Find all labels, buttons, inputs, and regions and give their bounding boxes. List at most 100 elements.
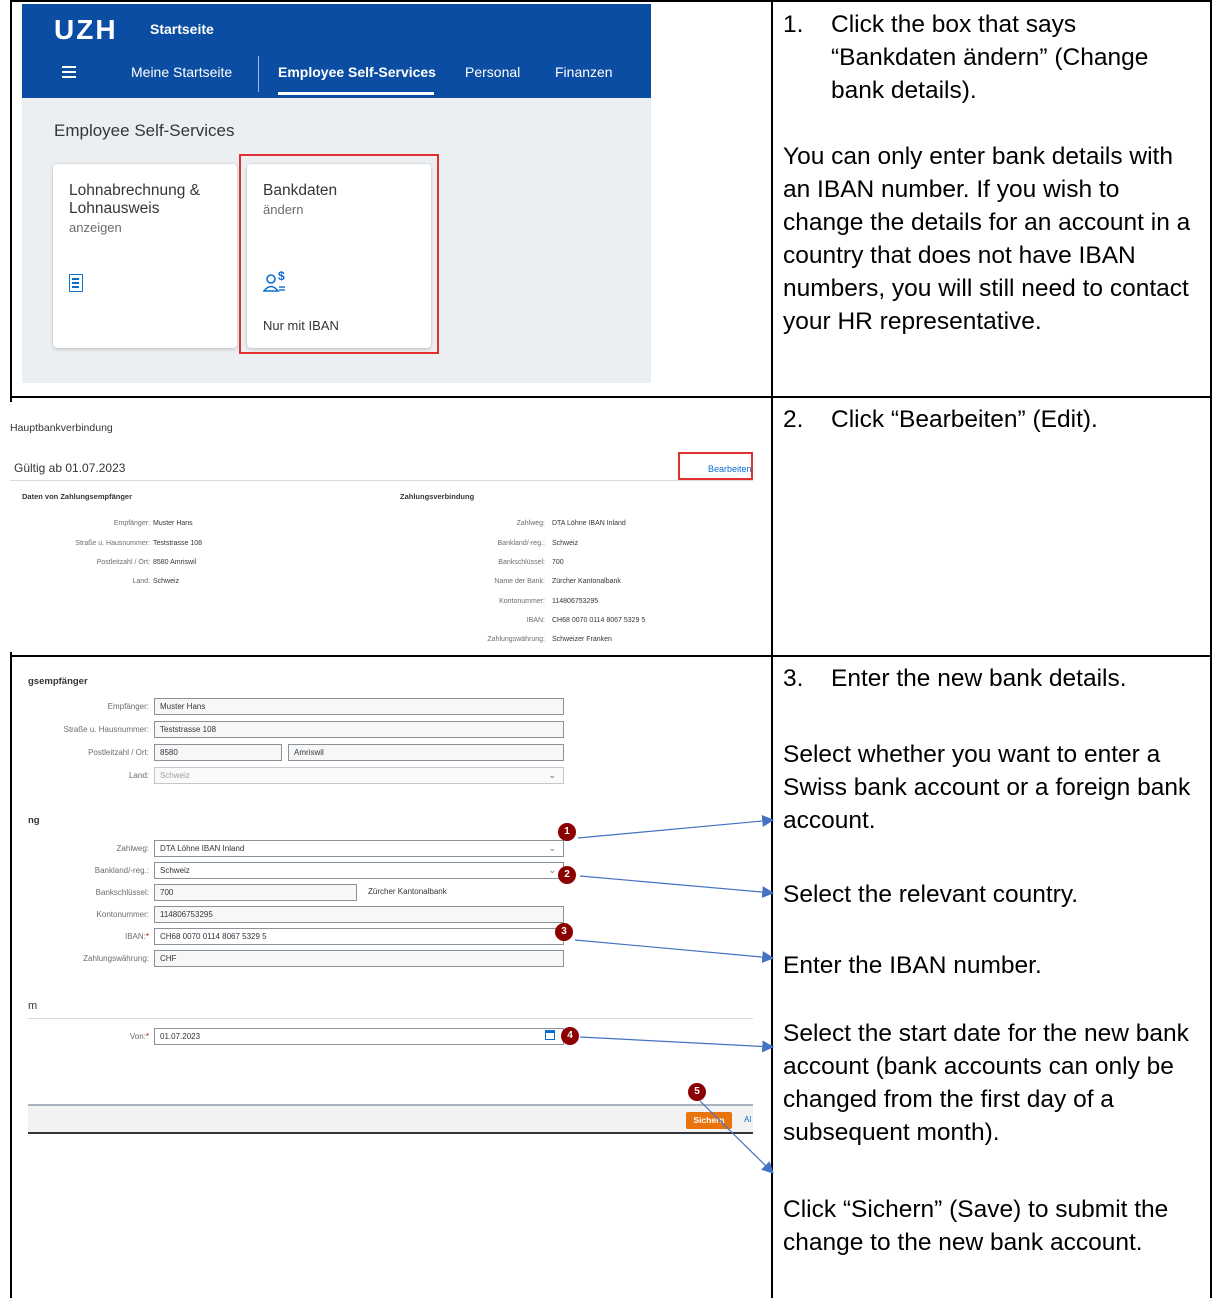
- step3-select-date: Select the start date for the new bank a…: [783, 1017, 1203, 1149]
- table-column-divider: [771, 0, 773, 1298]
- detail-value: Teststrasse 108: [153, 540, 203, 547]
- detail-value: Schweiz: [552, 540, 579, 547]
- land-value: Schweiz: [160, 771, 190, 780]
- highlight-box: [678, 452, 753, 480]
- instruction-text: Click “Sichern” (Save) to submit the cha…: [783, 1196, 1169, 1256]
- group-title: Daten von Zahlungsempfänger: [22, 492, 133, 501]
- group-title: m: [28, 1000, 38, 1012]
- nav-personal[interactable]: Personal: [465, 64, 520, 80]
- uzh-logo: UZH: [54, 14, 118, 45]
- divider: [10, 480, 753, 481]
- von-value: 01.07.2023: [160, 1032, 201, 1041]
- field-label: IBAN:*: [125, 932, 149, 941]
- bankschluessel-field[interactable]: 700: [154, 884, 357, 901]
- land-select: Schweiz ⌄: [154, 767, 564, 784]
- ort-field[interactable]: Amriswil: [288, 744, 564, 761]
- calendar-icon[interactable]: [545, 1030, 555, 1040]
- detail-label: Bankschlüssel:: [498, 559, 545, 566]
- table-row-divider: [10, 655, 1211, 657]
- form-row-zahlweg: Zahlweg: DTA Löhne IBAN Inland ⌄: [28, 840, 753, 857]
- step1-instruction: 1. Click the box that says “Bankdaten än…: [783, 8, 1203, 338]
- chevron-down-icon[interactable]: ⌄: [548, 843, 556, 854]
- step3-enter-iban: Enter the IBAN number.: [783, 949, 1203, 982]
- marker-4: 4: [561, 1027, 579, 1045]
- detail-label: Zahlungswährung:: [487, 636, 545, 643]
- von-label: Von:: [129, 1032, 146, 1041]
- group-title: ng: [28, 815, 40, 826]
- step3-instruction: 3. Enter the new bank details.: [783, 662, 1203, 695]
- valid-from-label: Gültig ab 01.07.2023: [14, 461, 126, 475]
- chevron-down-icon[interactable]: ⌄: [548, 865, 556, 876]
- form-row-konto: Kontonummer: 114806753295: [28, 906, 753, 923]
- iban-label: IBAN:: [124, 932, 146, 941]
- detail-label: Postleitzahl / Ort:: [96, 559, 150, 566]
- detail-value: Schweizer Franken: [552, 636, 612, 643]
- form-row-bankland: Bankland/-reg.: Schweiz ⌄: [28, 862, 753, 879]
- detail-label: IBAN:: [526, 617, 545, 624]
- field-label: Postleitzahl / Ort:: [88, 748, 149, 757]
- zahlweg-select[interactable]: DTA Löhne IBAN Inland ⌄: [154, 840, 564, 857]
- marker-2: 2: [558, 866, 576, 884]
- tile-lohnabrechnung[interactable]: Lohnabrechnung & Lohnausweis anzeigen: [53, 164, 237, 348]
- nav-finanzen[interactable]: Finanzen: [555, 64, 613, 80]
- detail-value: 700: [552, 559, 564, 566]
- shell-title: Startseite: [150, 21, 214, 37]
- cancel-button[interactable]: Al: [744, 1115, 751, 1124]
- screenshot-bank-edit-form: gsempfänger Empfänger: Muster Hans Straß…: [28, 658, 753, 1188]
- detail-label: Straße u. Hausnummer:: [75, 540, 150, 547]
- plz-field[interactable]: 8580: [154, 744, 282, 761]
- save-button[interactable]: Sichern: [686, 1112, 732, 1129]
- group-title: gsempfänger: [28, 676, 88, 687]
- required-mark: *: [145, 1032, 149, 1041]
- nav-meine-startseite[interactable]: Meine Startseite: [131, 64, 232, 80]
- field-label: Zahlungswährung:: [83, 954, 149, 963]
- zahlweg-value: DTA Löhne IBAN Inland: [160, 844, 245, 853]
- section-divider: [28, 1018, 753, 1019]
- detail-value: Muster Hans: [153, 520, 193, 527]
- konto-field[interactable]: 114806753295: [154, 906, 564, 923]
- field-label: Kontonummer:: [96, 910, 149, 919]
- step3-click-save: Click “Sichern” (Save) to submit the cha…: [783, 1193, 1203, 1259]
- waehrung-field[interactable]: CHF: [154, 950, 564, 967]
- step3-select-account: Select whether you want to enter a Swiss…: [783, 738, 1203, 837]
- form-row-bankschluessel: Bankschlüssel: 700 Zürcher Kantonalbank: [28, 884, 753, 901]
- detail-value: Zürcher Kantonalbank: [552, 578, 621, 585]
- form-row-iban: IBAN:* CH68 0070 0114 8067 5329 5: [28, 928, 753, 945]
- bankland-select[interactable]: Schweiz ⌄: [154, 862, 564, 879]
- highlight-box: [239, 154, 439, 354]
- field-label: Land:: [128, 771, 149, 780]
- nav-employee-self-services[interactable]: Employee Self-Services: [278, 64, 436, 80]
- detail-value: 8580 Amriswil: [153, 559, 197, 566]
- step-text: Enter the new bank details.: [831, 665, 1127, 692]
- detail-label: Bankland/-reg.:: [497, 540, 545, 547]
- field-label: Empfänger:: [107, 702, 149, 711]
- empfaenger-field[interactable]: Muster Hans: [154, 698, 564, 715]
- table-border-right: [1210, 0, 1212, 1298]
- field-label: Bankland/-reg.:: [94, 866, 149, 875]
- bank-name-text: Zürcher Kantonalbank: [368, 887, 447, 896]
- group-title: Zahlungsverbindung: [400, 492, 475, 501]
- tile-subtitle: anzeigen: [69, 220, 122, 235]
- marker-1: 1: [558, 823, 576, 841]
- instruction-text: Select the relevant country.: [783, 881, 1079, 908]
- marker-5: 5: [688, 1083, 706, 1101]
- step-number: 1.: [783, 11, 804, 38]
- detail-label: Kontonummer:: [499, 598, 545, 605]
- hamburger-menu-icon[interactable]: [62, 66, 76, 78]
- nav-active-indicator: [278, 92, 434, 95]
- von-date-field[interactable]: 01.07.2023: [154, 1028, 564, 1045]
- screenshot-launchpad: UZH Startseite Meine Startseite Employee…: [22, 4, 651, 383]
- field-label: Zahlweg:: [116, 844, 149, 853]
- iban-field[interactable]: CH68 0070 0114 8067 5329 5: [154, 928, 564, 945]
- form-row-von: Von:* 01.07.2023: [28, 1028, 753, 1045]
- form-row-plz-ort: Postleitzahl / Ort: 8580 Amriswil: [28, 744, 753, 761]
- form-row-strasse: Straße u. Hausnummer: Teststrasse 108: [28, 721, 753, 738]
- detail-label: Name der Bank:: [494, 578, 545, 585]
- field-label: Von:*: [130, 1032, 149, 1041]
- step-number: 2.: [783, 406, 804, 433]
- detail-label: Land:: [132, 578, 150, 585]
- strasse-field[interactable]: Teststrasse 108: [154, 721, 564, 738]
- field-label: Bankschlüssel:: [95, 888, 149, 897]
- form-row-empfaenger: Empfänger: Muster Hans: [28, 698, 753, 715]
- detail-value: Schweiz: [153, 578, 180, 585]
